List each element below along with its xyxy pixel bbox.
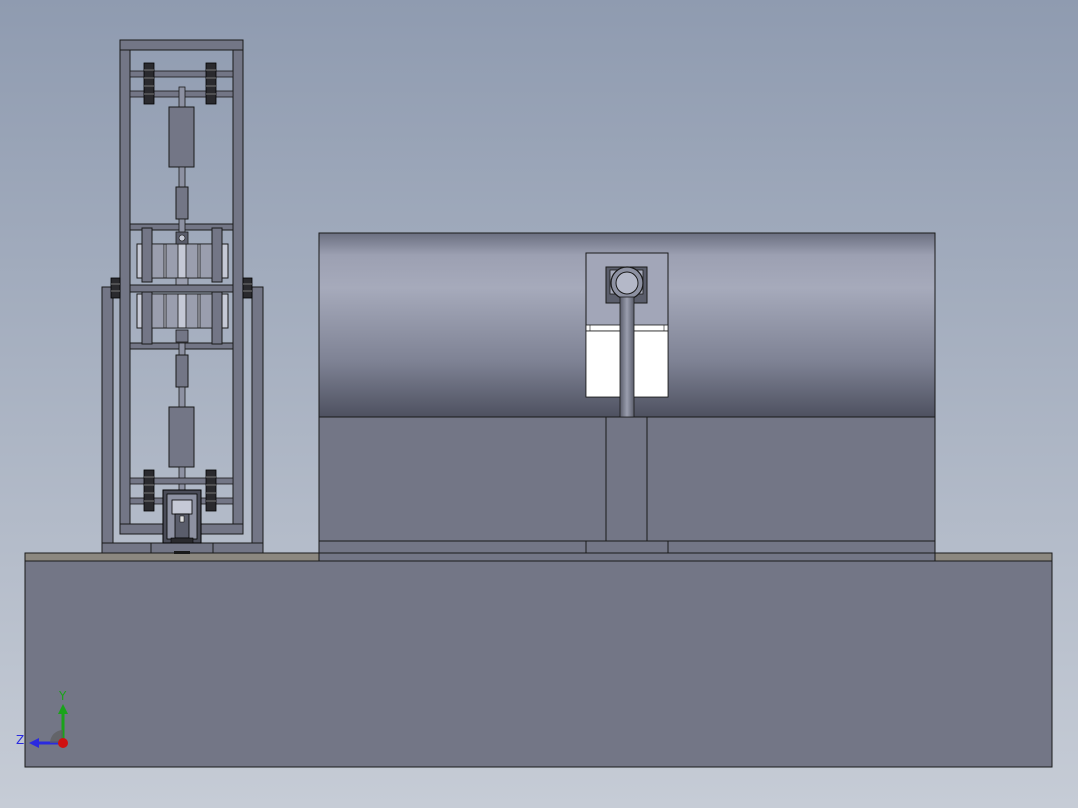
tank-rod [619, 296, 635, 418]
triad-y-label: Y [58, 689, 67, 703]
base-platform[interactable] [24, 552, 1053, 768]
gearbox-upper [136, 227, 229, 289]
lower-center-shaft [168, 342, 195, 492]
gearbox-lower [136, 289, 229, 345]
tank-assembly[interactable] [318, 232, 936, 562]
triad-x-dot [58, 738, 68, 748]
upper-center-shaft [168, 86, 195, 234]
triad-z-label: Z [16, 733, 24, 747]
tank-center-post [605, 416, 648, 542]
cad-graphics-viewport[interactable]: Y Z [0, 0, 1078, 808]
tower-assembly[interactable] [101, 39, 264, 554]
